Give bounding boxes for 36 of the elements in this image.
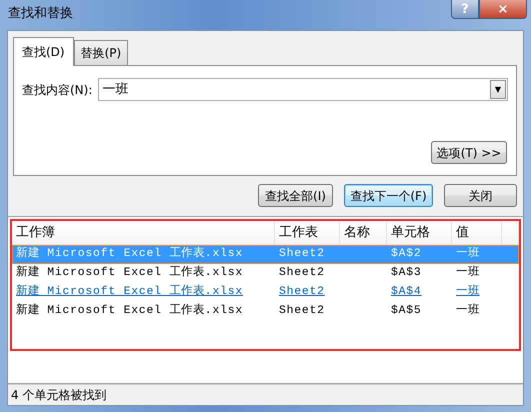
column-header[interactable] [502,221,519,245]
table-row[interactable]: 新建 Microsoft Excel 工作表.xlsx Sheet2 $A$5 一班 [12,302,519,321]
table-cell: $A$4 [391,286,422,298]
column-header[interactable]: 工作簿 [12,221,275,245]
table-cell: 一班 [456,267,480,279]
column-header[interactable]: 名称 [340,221,387,245]
table-cell: 一班 [456,286,480,298]
dialog-button[interactable]: 关闭 [444,184,517,207]
table-cell: 新建 Microsoft Excel 工作表.xlsx [16,248,243,260]
table-cell: 一班 [456,305,480,317]
options-button[interactable]: 选项(T) >> [431,141,507,164]
table-cell: $A$3 [391,267,422,279]
column-header[interactable]: 值 [452,221,502,245]
tab[interactable]: 查找(D) [13,37,74,66]
dialog-button[interactable]: 查找下一个(F) [344,184,433,207]
column-header[interactable]: 工作表 [275,221,340,245]
status-bar: 4 个单元格被找到 [8,384,523,405]
table-cell: Sheet2 [279,286,325,298]
find-combo-box[interactable]: 一班 ▼ [98,78,508,101]
find-label: 查找内容(N): [22,82,92,98]
dialog-button[interactable]: 查找全部(I) [258,184,333,207]
table-cell: Sheet2 [279,305,325,317]
table-row[interactable]: 新建 Microsoft Excel 工作表.xlsx Sheet2 $A$3 一班 [12,264,519,283]
table-row[interactable]: 新建 Microsoft Excel 工作表.xlsx Sheet2 $A$4 一班 [12,283,519,302]
dropdown-button[interactable]: ▼ [490,80,506,99]
window-title: 查找和替换 [8,6,73,21]
column-header[interactable]: 单元格 [387,221,452,245]
table-cell: 一班 [456,248,480,260]
table-cell: Sheet2 [279,248,325,260]
table-cell: Sheet2 [279,267,325,279]
table-cell: $A$5 [391,305,422,317]
table-cell: 新建 Microsoft Excel 工作表.xlsx [16,267,243,279]
table-cell: 新建 Microsoft Excel 工作表.xlsx [16,305,243,317]
tab[interactable]: 替换(P) [74,40,128,65]
table-cell: 新建 Microsoft Excel 工作表.xlsx [16,286,243,298]
table-cell: $A$2 [391,248,422,260]
